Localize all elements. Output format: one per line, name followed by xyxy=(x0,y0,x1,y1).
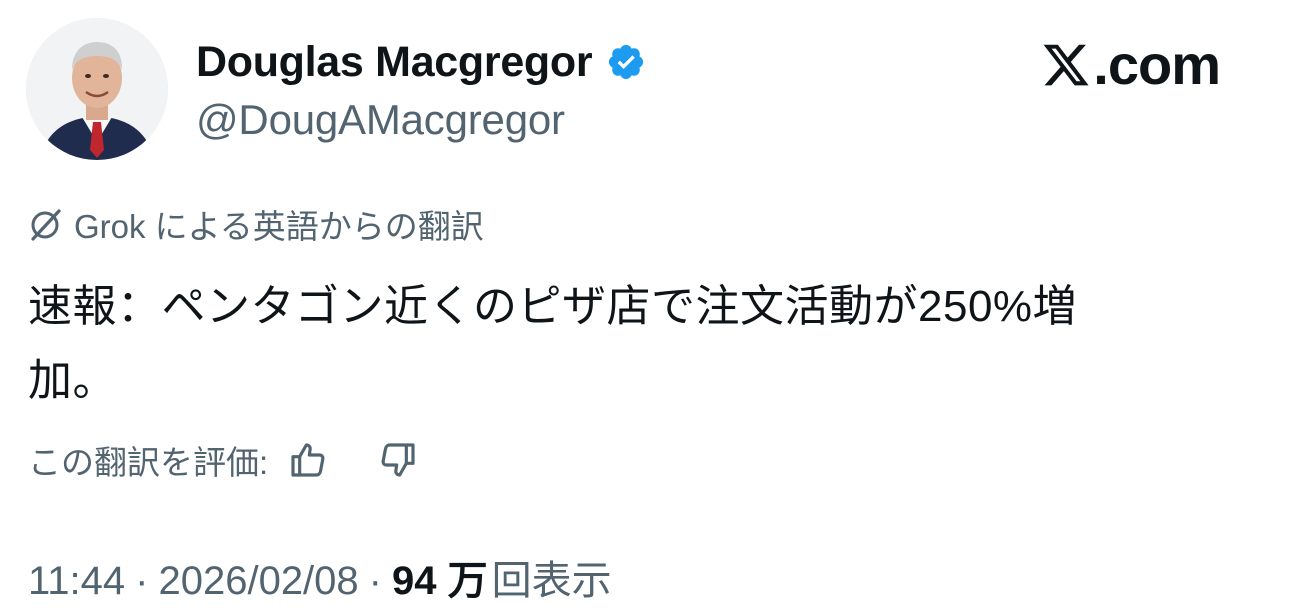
translation-notice[interactable]: Grok による英語からの翻訳 xyxy=(28,200,484,248)
meta-separator: · xyxy=(368,559,382,603)
thumbs-up-icon[interactable] xyxy=(286,438,330,482)
views-count[interactable]: 94 万 xyxy=(392,548,488,606)
avatar-portrait xyxy=(26,18,168,160)
rate-translation-label: この翻訳を評価: xyxy=(28,444,269,481)
x-logo-icon xyxy=(1041,40,1091,90)
views-label: 回表示 xyxy=(491,559,612,603)
grok-icon xyxy=(28,206,64,242)
author-handle[interactable]: @DougAMacgregor xyxy=(196,96,565,144)
tweet-meta: 11:44 · 2026/02/08 · 94 万 回表示 xyxy=(28,548,612,606)
brand-domain-text: .com xyxy=(1093,33,1221,96)
tweet-card: Douglas Macgregor @DougAMacgregor .com G… xyxy=(0,0,1290,611)
author-display-name[interactable]: Douglas Macgregor xyxy=(196,38,593,87)
tweet-text-line: 加。 xyxy=(28,356,117,405)
meta-separator: · xyxy=(135,559,149,603)
tweet-text-line: 速報：ペンタゴン近くのピザ店で注文活動が250%増 xyxy=(28,282,1078,331)
rate-translation-row: この翻訳を評価: xyxy=(28,436,420,484)
avatar[interactable] xyxy=(26,18,168,160)
tweet-date[interactable]: 2026/02/08 xyxy=(158,559,358,604)
author-name-row: Douglas Macgregor xyxy=(196,34,646,90)
x-com-brand: .com xyxy=(1041,32,1221,97)
tweet-text: 速報：ペンタゴン近くのピザ店で注文活動が250%増 加。 xyxy=(28,270,1248,418)
translation-notice-text: Grok による英語からの翻訳 xyxy=(74,208,484,245)
tweet-time[interactable]: 11:44 xyxy=(28,559,125,604)
thumbs-down-icon[interactable] xyxy=(376,438,420,482)
verified-badge-icon xyxy=(606,42,646,82)
